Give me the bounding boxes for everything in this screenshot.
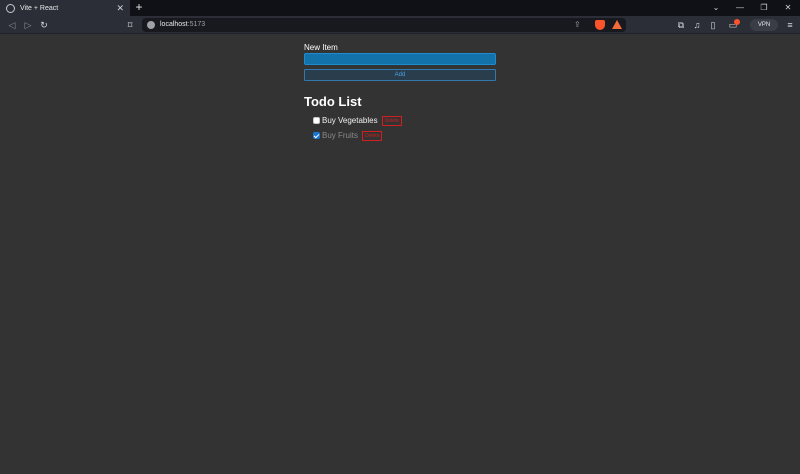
site-info-icon[interactable]: [147, 21, 155, 29]
bookmark-icon[interactable]: ⌑: [123, 16, 137, 34]
new-item-label: New Item: [304, 43, 338, 52]
address-bar[interactable]: localhost:5173 ⇪: [142, 18, 626, 32]
add-button[interactable]: Add: [304, 69, 496, 81]
share-icon[interactable]: ⇪: [574, 18, 581, 32]
menu-icon[interactable]: ≡: [783, 16, 797, 34]
todo-item-text: Buy Vegetables: [322, 116, 378, 125]
todo-checkbox[interactable]: [313, 132, 320, 139]
restore-icon[interactable]: ❐: [754, 0, 774, 16]
url-port: :5173: [187, 21, 206, 28]
brave-rewards-icon[interactable]: [612, 20, 622, 29]
todo-item-text: Buy Fruits: [322, 131, 359, 140]
page-content: New Item Add Todo List Buy Vegetables De…: [0, 35, 800, 474]
delete-button[interactable]: Delete: [381, 115, 403, 126]
todo-list: Buy Vegetables Delete Buy Fruits Delete: [313, 113, 403, 143]
url-host: localhost: [160, 21, 188, 28]
new-tab-button[interactable]: +: [133, 0, 145, 16]
todo-item: Buy Vegetables Delete: [313, 113, 403, 128]
todo-list-title: Todo List: [304, 94, 362, 109]
extensions-icon[interactable]: ⧉: [674, 16, 688, 34]
tab-search-chevron-icon[interactable]: ⌄: [706, 0, 726, 16]
sidebar-icon[interactable]: ▯: [706, 16, 720, 34]
globe-icon: [6, 3, 15, 13]
brave-shields-icon[interactable]: [595, 20, 605, 30]
todo-item: Buy Fruits Delete: [313, 128, 402, 143]
url-text: localhost:5173: [160, 18, 205, 32]
media-icon[interactable]: ♫: [690, 16, 704, 34]
browser-tab[interactable]: Vite + React ✕: [0, 0, 130, 16]
new-item-input[interactable]: [304, 53, 496, 65]
browser-toolbar: ◁ ▷ ↻ ⌑ localhost:5173 ⇪ ⧉ ♫ ▯ ▭ VPN ≡: [0, 16, 800, 34]
new-item-form: New Item Add: [304, 43, 496, 81]
back-icon[interactable]: ◁: [5, 16, 19, 34]
notification-badge: [734, 19, 740, 25]
close-window-icon[interactable]: ✕: [778, 0, 798, 16]
tab-title: Vite + React: [20, 4, 59, 12]
reload-icon[interactable]: ↻: [37, 16, 51, 34]
minimize-icon[interactable]: —: [730, 0, 750, 16]
forward-icon[interactable]: ▷: [21, 16, 35, 34]
todo-checkbox[interactable]: [313, 117, 320, 124]
delete-button[interactable]: Delete: [362, 130, 383, 141]
close-tab-icon[interactable]: ✕: [116, 0, 124, 16]
vpn-button[interactable]: VPN: [750, 19, 778, 31]
vpn-label: VPN: [757, 22, 771, 28]
tab-strip: Vite + React ✕ + ⌄ — ❐ ✕: [0, 0, 800, 16]
